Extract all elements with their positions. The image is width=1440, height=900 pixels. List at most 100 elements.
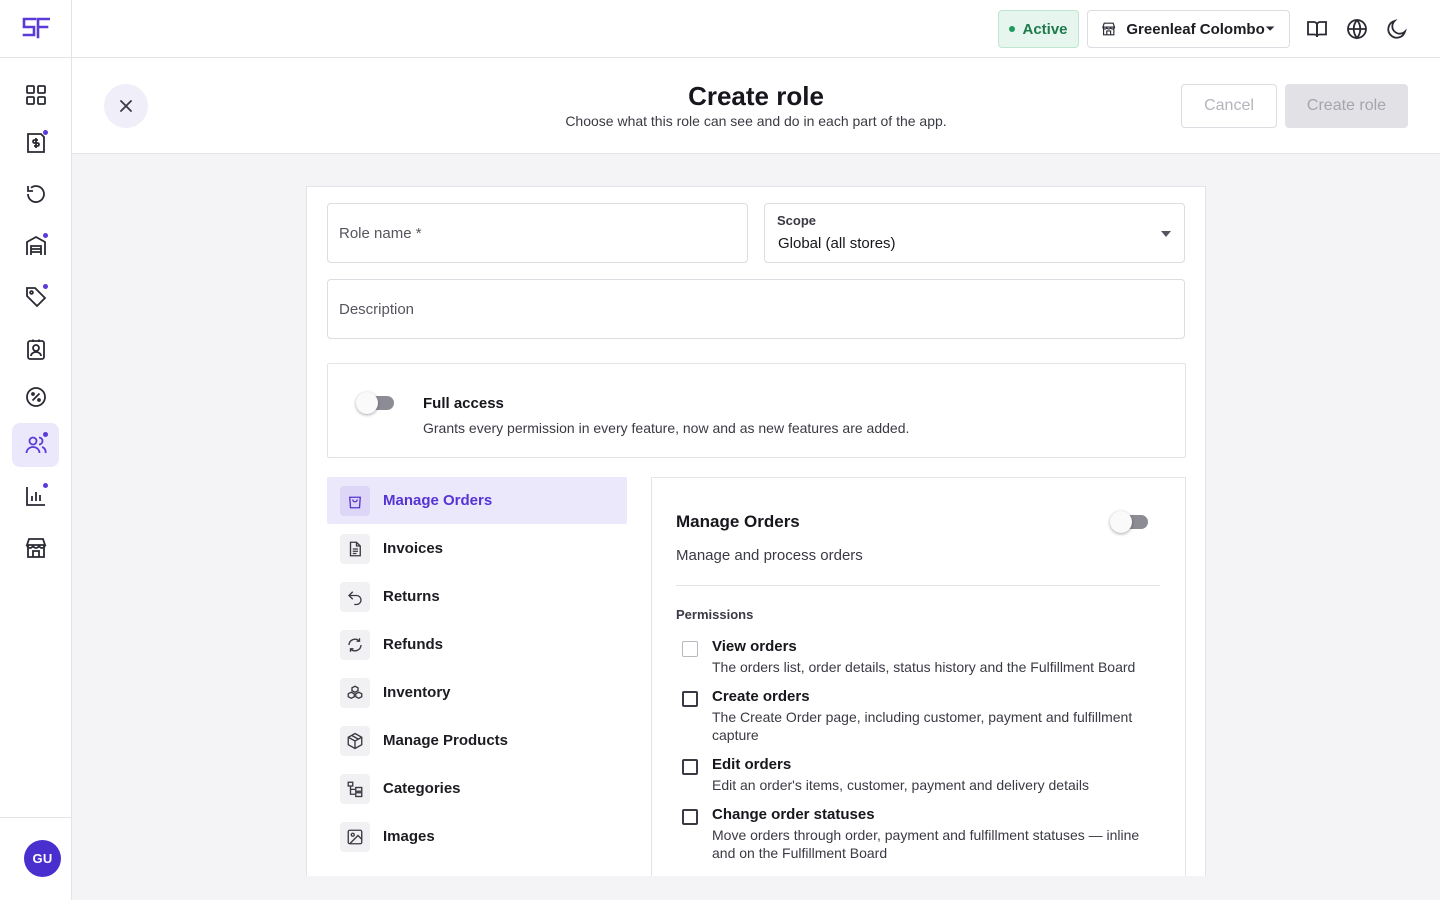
contacts-icon (26, 339, 45, 360)
notification-dot (43, 483, 48, 488)
description-placeholder: Description (339, 301, 415, 318)
feature-label: Inventory (383, 684, 451, 701)
feature-icon-box (340, 677, 370, 708)
history-icon (26, 185, 45, 203)
full-access-title: Full access (423, 395, 504, 412)
permission-checkbox[interactable] (682, 759, 698, 775)
feature-item-images[interactable]: Images (327, 813, 627, 860)
feature-detail-title: Manage Orders (676, 512, 800, 531)
chevron-down-icon (1161, 231, 1171, 237)
moon-icon[interactable] (1385, 17, 1409, 41)
feature-item-inventory[interactable]: Inventory (327, 669, 627, 716)
feature-icon-box (340, 485, 370, 516)
shopping-bag-icon (349, 496, 361, 508)
permission-title: Edit orders (712, 756, 792, 773)
status-label: Active (1022, 20, 1068, 38)
nav-history[interactable] (12, 172, 59, 216)
feature-item-refunds[interactable]: Refunds (327, 621, 627, 668)
nav-warehouse[interactable] (12, 224, 59, 268)
feature-icon-box (340, 629, 370, 660)
description-field[interactable]: Description (327, 279, 1185, 339)
boxes-icon (347, 684, 363, 699)
cancel-button[interactable]: Cancel (1181, 84, 1277, 128)
permission-description: The orders list, order details, status h… (712, 659, 1136, 675)
store-name: Greenleaf Colombo (1126, 20, 1265, 38)
feature-item-categories[interactable]: Categories (327, 765, 627, 812)
chevron-down-icon (1265, 26, 1275, 31)
feature-toggle[interactable] (1110, 511, 1150, 533)
globe-icon[interactable] (1345, 17, 1369, 41)
nav-analytics[interactable] (12, 474, 59, 518)
feature-label: Images (383, 828, 435, 845)
feature-label: Invoices (383, 540, 444, 557)
nav-users[interactable] (12, 423, 59, 467)
feature-icon-box (340, 581, 370, 612)
toggle-knob (356, 392, 378, 414)
permission-checkbox[interactable] (682, 691, 698, 707)
create-role-button[interactable]: Create role (1285, 84, 1408, 128)
permission-title: Create orders (712, 688, 810, 705)
feature-item-returns[interactable]: Returns (327, 573, 627, 620)
full-access-panel: Full access Grants every permission in e… (327, 363, 1186, 458)
scope-value: Global (all stores) (778, 235, 896, 252)
role-name-placeholder: Role name * (339, 225, 422, 242)
package-icon (347, 732, 363, 749)
discount-icon (25, 387, 46, 407)
feature-label: Categories (383, 780, 461, 797)
feature-icon-box (340, 533, 370, 564)
permission-checkbox[interactable] (682, 809, 698, 825)
top-bar: Active Greenleaf Colombo (72, 0, 1440, 58)
divider (676, 585, 1160, 586)
sidebar-rail: GU (0, 0, 72, 900)
feature-label: Manage Orders (383, 492, 493, 509)
store-icon (1102, 22, 1116, 36)
notification-dot (43, 284, 48, 289)
document-icon (349, 541, 361, 556)
nav-invoices[interactable] (12, 121, 59, 165)
feature-item-manage-products[interactable]: Manage Products (327, 717, 627, 764)
rail-divider (0, 57, 72, 58)
image-icon (347, 829, 363, 844)
brand-logo-icon[interactable] (22, 16, 50, 40)
full-access-toggle[interactable] (356, 392, 396, 414)
refresh-icon (348, 637, 362, 652)
nav-dashboard[interactable] (12, 73, 59, 117)
feature-label: Returns (383, 588, 440, 605)
permission-title: View orders (712, 638, 797, 655)
permissions-heading: Permissions (676, 607, 754, 622)
page-header: Create role Choose what this role can se… (72, 58, 1440, 154)
permission-title: Change order statuses (712, 806, 875, 823)
permission-description: Move orders through order, payment and f… (712, 827, 1140, 861)
page-bottom-edge (72, 876, 1440, 900)
role-name-field[interactable]: Role name * (327, 203, 748, 263)
nav-stores[interactable] (12, 526, 59, 570)
permission-checkbox[interactable] (682, 641, 698, 657)
feature-item-invoices[interactable]: Invoices (327, 525, 627, 572)
nav-tags[interactable] (12, 275, 59, 319)
feature-icon-box (340, 725, 370, 756)
feature-icon-box (340, 821, 370, 852)
scope-select[interactable]: Scope Global (all stores) (764, 203, 1185, 263)
full-access-description: Grants every permission in every feature… (423, 420, 910, 436)
store-selector[interactable]: Greenleaf Colombo (1087, 10, 1290, 48)
permission-description: Edit an order's items, customer, payment… (712, 777, 1089, 793)
feature-label: Refunds (383, 636, 443, 653)
scope-label: Scope (777, 213, 817, 228)
permission-description: The Create Order page, including custome… (712, 709, 1133, 743)
user-avatar[interactable]: GU (24, 840, 61, 877)
dashboard-icon (25, 85, 46, 105)
rail-divider (0, 817, 72, 818)
status-dot (1009, 26, 1016, 32)
feature-label: Manage Products (383, 732, 509, 749)
book-icon[interactable] (1305, 17, 1329, 41)
nav-discounts[interactable] (12, 375, 59, 419)
feature-item-manage-orders[interactable]: Manage Orders (327, 477, 627, 524)
notification-dot (43, 130, 48, 135)
nav-contacts[interactable] (12, 328, 59, 372)
undo-icon (348, 590, 362, 605)
feature-detail-panel: Manage Orders Manage and process orders … (651, 477, 1186, 900)
feature-detail-description: Manage and process orders (676, 547, 863, 564)
feature-icon-box (340, 773, 370, 804)
notification-dot (43, 432, 48, 437)
status-badge: Active (998, 10, 1079, 48)
